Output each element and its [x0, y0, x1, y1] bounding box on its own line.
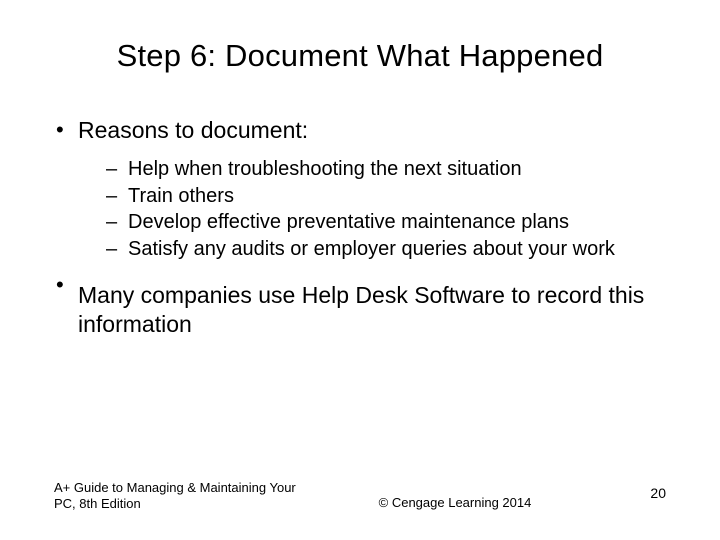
sub-bullet-list: Help when troubleshooting the next situa…: [78, 157, 666, 261]
bullet-item: Reasons to document: Help when troublesh…: [54, 116, 666, 261]
sub-bullet-text: Help when troubleshooting the next situa…: [128, 158, 522, 180]
bullet-list: Reasons to document: Help when troublesh…: [54, 116, 666, 340]
slide-content: Reasons to document: Help when troublesh…: [54, 116, 666, 340]
slide: Step 6: Document What Happened Reasons t…: [0, 0, 720, 540]
slide-title: Step 6: Document What Happened: [54, 38, 666, 74]
sub-bullet-text: Develop effective preventative maintenan…: [128, 211, 569, 233]
spacer: [78, 271, 666, 281]
bullet-text: Reasons to document:: [78, 117, 308, 143]
footer-center: © Cengage Learning 2014: [304, 495, 606, 512]
slide-footer: A+ Guide to Managing & Maintaining Your …: [0, 480, 720, 513]
sub-bullet-item: Satisfy any audits or employer queries a…: [106, 237, 666, 261]
sub-bullet-item: Train others: [106, 184, 666, 208]
sub-bullet-text: Train others: [128, 185, 234, 207]
footer-left: A+ Guide to Managing & Maintaining Your …: [54, 480, 304, 513]
sub-bullet-item: Develop effective preventative maintenan…: [106, 210, 666, 234]
footer-page-number: 20: [606, 485, 666, 513]
bullet-item: Many companies use Help Desk Software to…: [54, 271, 666, 340]
bullet-text: Many companies use Help Desk Software to…: [78, 282, 644, 337]
sub-bullet-item: Help when troubleshooting the next situa…: [106, 157, 666, 181]
sub-bullet-text: Satisfy any audits or employer queries a…: [128, 238, 615, 260]
